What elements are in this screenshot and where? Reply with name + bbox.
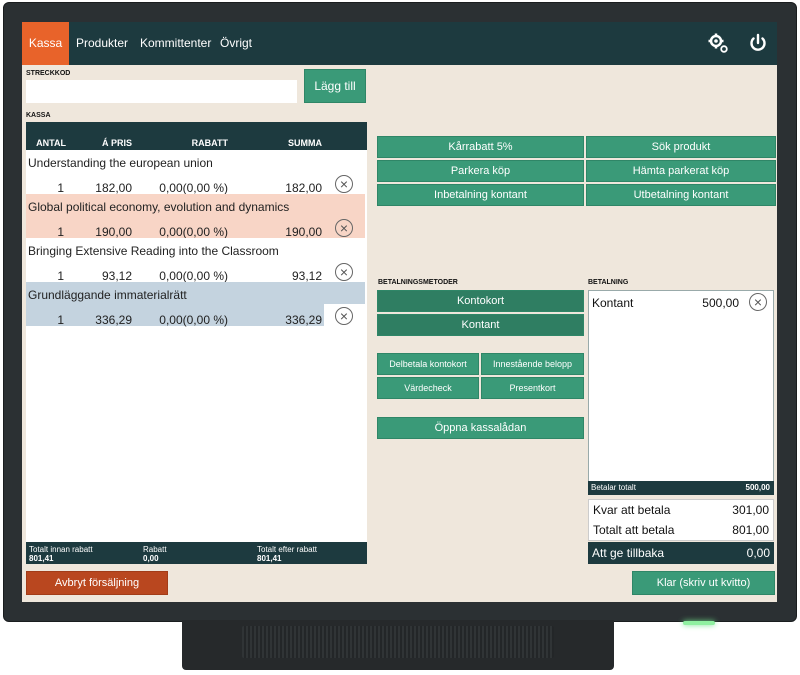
item-price: 336,29 [95,313,132,327]
split-card-button[interactable]: Delbetala kontokort [377,353,479,375]
open-drawer-button[interactable]: Öppna kassalådan [377,417,584,439]
item-name: Global political economy, evolution and … [28,200,290,214]
top-navigation: Kassa Produkter Kommittenter Övrigt [22,22,777,65]
cancel-sale-button[interactable]: Avbryt försäljning [26,571,168,595]
discount-value: 0,00 [143,554,159,563]
paid-total-label: Betalar totalt [591,483,636,492]
item-price: 93,12 [101,269,132,283]
cart-item[interactable]: Understanding the european union 1 182,0… [26,150,365,195]
cash-out-button[interactable]: Utbetalning kontant [586,184,776,206]
cart-label: KASSA [26,112,51,119]
fetch-parked-button[interactable]: Hämta parkerat köp [586,160,776,182]
payment-entry-method: Kontant [592,296,634,310]
remove-circle-icon[interactable]: × [335,219,353,237]
park-purchase-button[interactable]: Parkera köp [377,160,584,182]
barcode-label: STRECKKOD [26,70,71,77]
tab-kassa[interactable]: Kassa [22,22,69,65]
cash-in-button[interactable]: Inbetalning kontant [377,184,584,206]
remaining-label: Kvar att betala [593,503,671,517]
total-before-block: Totalt innan rabatt 801,41 [29,545,93,563]
item-sum: 336,29 [285,313,322,327]
item-name: Understanding the european union [28,156,213,170]
tab-ovrigt[interactable]: Övrigt [220,22,252,65]
barcode-input[interactable] [26,80,297,103]
discount-block: Rabatt 0,00 [143,545,167,563]
outstanding-amount-button[interactable]: Innestående belopp [481,353,584,375]
monitor-stand [182,620,614,670]
change-label: Att ge tillbaka [592,546,665,560]
tab-produkter[interactable]: Produkter [76,22,128,65]
payment-summary: Kvar att betala 301,00 Totalt att betala… [588,499,774,541]
payment-label: BETALNING [588,279,629,286]
item-qty: 1 [57,269,64,283]
power-icon[interactable] [747,32,769,54]
remaining-value: 301,00 [732,503,769,517]
cart-item[interactable]: Grundläggande immaterialrätt 1 336,29 0,… [26,282,366,327]
remove-circle-icon[interactable]: × [335,175,353,193]
add-button[interactable]: Lägg till [304,69,366,103]
done-print-receipt-button[interactable]: Klar (skriv ut kvitto) [632,571,775,595]
item-sum: 182,00 [285,181,322,195]
item-name: Grundläggande immaterialrätt [28,288,187,302]
pos-screen: Kassa Produkter Kommittenter Övrigt STRE… [22,22,777,602]
discount-label: Rabatt [143,545,167,554]
header-sum: SUMMA [288,138,322,148]
voucher-button[interactable]: Värdecheck [377,377,479,399]
cart-header: ANTAL Á PRIS RABATT SUMMA [26,136,367,150]
speaker-grill [242,626,554,658]
item-price: 190,00 [95,225,132,239]
total-before-label: Totalt innan rabatt [29,545,93,554]
total-after-block: Totalt efter rabatt 801,41 [257,545,317,563]
cart-item[interactable]: Bringing Extensive Reading into the Clas… [26,238,365,283]
power-led [683,621,715,625]
total-to-pay-value: 801,00 [732,523,769,537]
header-price: Á PRIS [101,138,132,148]
remove-circle-icon[interactable]: × [335,263,353,281]
tab-kommittenter[interactable]: Kommittenter [140,22,211,65]
item-qty: 1 [57,313,64,327]
header-discount: RABATT [191,138,228,148]
change-bar: Att ge tillbaka 0,00 [588,542,774,564]
payment-methods-label: BETALNINGSMETODER [378,279,458,286]
cash-payment-button[interactable]: Kontant [377,314,584,336]
payment-entry-amount: 500,00 [702,296,739,310]
total-after-value: 801,41 [257,554,282,563]
header-qty: ANTAL [36,138,66,148]
student-discount-button[interactable]: Kårrabatt 5% [377,136,584,158]
paid-total-bar: Betalar totalt 500,00 [588,481,774,495]
payment-list: Kontant 500,00 × [588,290,774,495]
total-after-label: Totalt efter rabatt [257,545,318,554]
item-sum: 190,00 [285,225,322,239]
total-before-value: 801,41 [29,554,54,563]
item-discount: 0,00(0,00 %) [159,225,228,239]
item-name: Bringing Extensive Reading into the Clas… [28,244,279,258]
remove-circle-icon[interactable]: × [335,307,353,325]
card-payment-button[interactable]: Kontokort [377,290,584,312]
item-discount: 0,00(0,00 %) [159,181,228,195]
item-price: 182,00 [95,181,132,195]
total-to-pay-label: Totalt att betala [593,523,675,537]
paid-total-value: 500,00 [745,483,770,492]
cart-bar [26,122,367,136]
cart-item[interactable]: Global political economy, evolution and … [26,194,365,239]
cart-footer: Totalt innan rabatt 801,41 Rabatt 0,00 T… [26,542,367,564]
giftcard-button[interactable]: Presentkort [481,377,584,399]
item-qty: 1 [57,225,64,239]
item-discount: 0,00(0,00 %) [159,313,228,327]
remove-circle-icon[interactable]: × [749,293,767,311]
item-sum: 93,12 [291,269,322,283]
item-qty: 1 [57,181,64,195]
change-value: 0,00 [746,546,770,560]
gears-icon[interactable] [707,32,729,54]
search-product-button[interactable]: Sök produkt [586,136,776,158]
item-discount: 0,00(0,00 %) [159,269,228,283]
